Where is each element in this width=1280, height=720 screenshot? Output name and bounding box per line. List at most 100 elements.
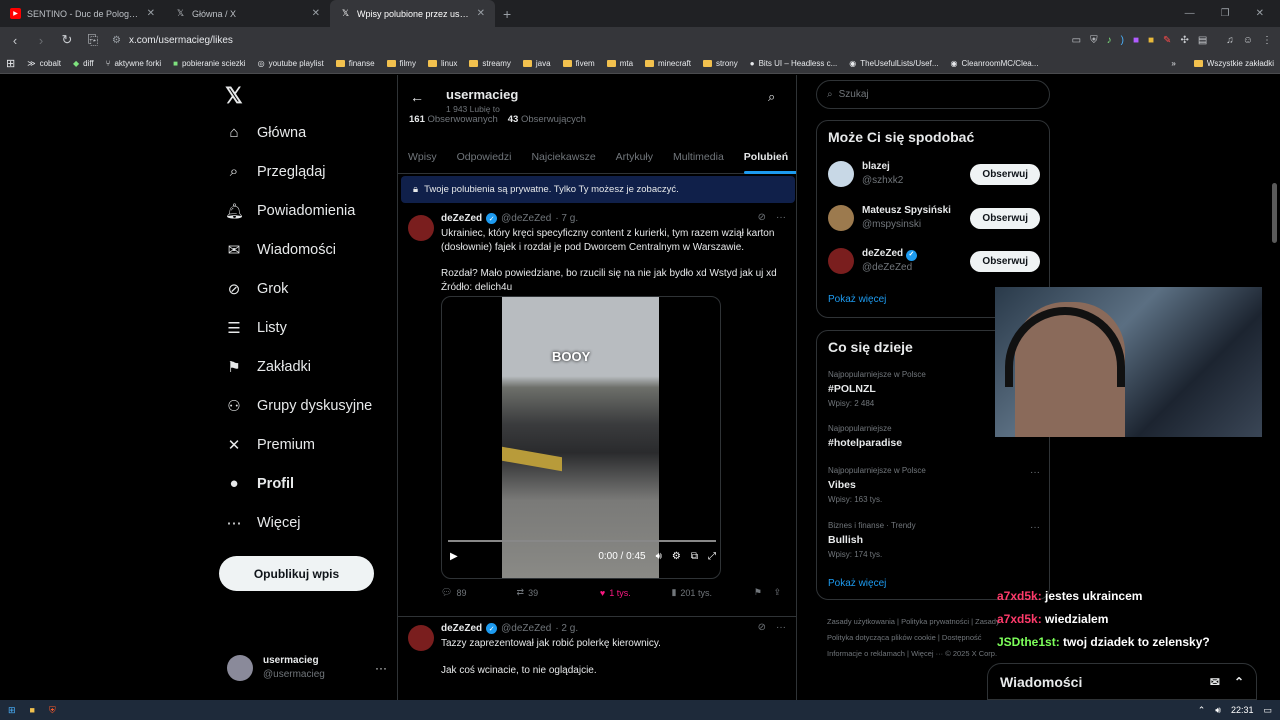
tab-likes[interactable]: Polubień bbox=[734, 141, 796, 174]
chevron-up-icon[interactable]: ⌃ bbox=[1234, 675, 1244, 689]
bookmark-item[interactable]: ● Bits UI – Headless c... bbox=[750, 59, 838, 68]
tab-articles[interactable]: Artykuły bbox=[606, 151, 663, 163]
browser-tab-likes[interactable]: 𝕏 Wpisy polubione przez usermac ✕ bbox=[330, 0, 495, 27]
suggested-user[interactable]: Mateusz Spysiński @mspysinski Obserwuj bbox=[828, 202, 1040, 234]
bookmark-folder[interactable]: streamy bbox=[469, 59, 511, 68]
nav-item-notifications[interactable]: 🔔︎ Powiadomienia bbox=[225, 202, 355, 220]
minimize-icon[interactable]: — bbox=[1185, 8, 1195, 19]
extension-sound-icon[interactable]: ) bbox=[1121, 35, 1124, 46]
extension-red-icon[interactable]: ✎ bbox=[1163, 35, 1171, 46]
pip-icon[interactable]: ⧉ bbox=[691, 551, 698, 562]
bookmark-item[interactable]: ◉ CleanroomMC/Clea... bbox=[951, 59, 1039, 68]
nav-item-bookmarks[interactable]: ⚑ Zakładki bbox=[225, 358, 311, 376]
new-tab-button[interactable]: + bbox=[495, 6, 519, 22]
more-icon[interactable]: ··· bbox=[776, 622, 786, 633]
more-icon[interactable]: ··· bbox=[1030, 466, 1040, 479]
all-bookmarks-folder[interactable]: Wszystkie zakładki bbox=[1193, 59, 1274, 68]
more-icon[interactable]: ··· bbox=[776, 212, 786, 223]
show-more-link[interactable]: Pokaż więcej bbox=[828, 578, 886, 589]
author-name[interactable]: deZeZed bbox=[441, 213, 482, 224]
more-icon[interactable]: ··· bbox=[375, 661, 387, 675]
fullscreen-icon[interactable]: ⤢ bbox=[708, 551, 716, 562]
bookmark-item[interactable]: ◆ diff bbox=[73, 59, 94, 68]
bookmark-folder[interactable]: mta bbox=[606, 59, 633, 68]
nav-item-lists[interactable]: ☰ Listy bbox=[225, 319, 287, 337]
grok-icon[interactable]: ⊘ bbox=[758, 212, 766, 223]
new-message-icon[interactable]: ✉ bbox=[1210, 675, 1220, 689]
reply-button[interactable]: 💬︎ 89 bbox=[441, 587, 517, 598]
nav-item-messages[interactable]: ✉ Wiadomości bbox=[225, 241, 336, 259]
tab-replies[interactable]: Odpowiedzi bbox=[447, 151, 522, 163]
follow-button[interactable]: Obserwuj bbox=[970, 163, 1040, 185]
bookmark-item[interactable]: ◉ TheUsefulLists/Usef... bbox=[849, 59, 938, 68]
grok-icon[interactable]: ⊘ bbox=[758, 622, 766, 633]
post-button[interactable]: Opublikuj wpis bbox=[219, 556, 374, 591]
author-handle[interactable]: @deZeZed bbox=[501, 213, 551, 224]
windows-start-icon[interactable]: ⊞ bbox=[8, 705, 16, 716]
nav-item-more[interactable]: ⋯ Więcej bbox=[225, 514, 301, 532]
messages-drawer[interactable]: Wiadomości ✉ ⌃ bbox=[987, 663, 1257, 700]
sidepanel-icon[interactable]: ▤ bbox=[1198, 35, 1207, 46]
volume-icon[interactable]: 🔊︎ bbox=[656, 551, 662, 562]
settings-icon[interactable]: ⚙ bbox=[672, 551, 681, 562]
bookmark-folder[interactable]: minecraft bbox=[645, 59, 691, 68]
page-scrollbar[interactable] bbox=[1272, 183, 1277, 243]
brave-browser-icon[interactable]: ⛨ bbox=[49, 705, 56, 716]
close-window-icon[interactable]: ✕ bbox=[1256, 8, 1264, 19]
close-tab-icon[interactable]: ✕ bbox=[312, 8, 320, 19]
close-tab-icon[interactable]: ✕ bbox=[147, 8, 155, 19]
tab-media[interactable]: Multimedia bbox=[663, 151, 734, 163]
bookmark-item[interactable]: ■ pobieranie sciezki bbox=[173, 59, 245, 68]
bookmark-page-icon[interactable]: ⎘ bbox=[86, 32, 100, 48]
back-arrow-icon[interactable]: ← bbox=[410, 89, 424, 105]
followers-link[interactable]: 43 Obserwujących bbox=[508, 114, 586, 125]
video-player[interactable]: BOOY ▶ 0:00 / 0:45 🔊︎ ⚙ ⧉ ⤢ bbox=[441, 296, 721, 579]
search-icon[interactable]: ⌕ bbox=[768, 89, 775, 105]
shield-icon[interactable]: ⛨ bbox=[1090, 35, 1098, 46]
browser-tab-youtube[interactable]: ▶ SENTINO - Duc de Pologne (prod ✕ bbox=[0, 0, 165, 27]
avatar[interactable] bbox=[408, 215, 434, 241]
clock[interactable]: 22:31 bbox=[1231, 705, 1254, 715]
author-handle[interactable]: @deZeZed bbox=[501, 623, 551, 634]
nav-item-communities[interactable]: ⚇ Grupy dyskusyjne bbox=[225, 397, 372, 415]
tweet-time[interactable]: · 7 g. bbox=[555, 213, 578, 224]
trend-item[interactable]: Najpopularniejsze w Polsce Vibes Wpisy: … bbox=[828, 464, 1040, 506]
maximize-icon[interactable]: ❐ bbox=[1221, 8, 1230, 19]
play-icon[interactable]: ▶ bbox=[450, 551, 458, 562]
cast-icon[interactable]: ▭ bbox=[1072, 35, 1081, 46]
x-logo-icon[interactable]: 𝕏 bbox=[225, 83, 243, 109]
author-name[interactable]: deZeZed bbox=[441, 623, 482, 634]
close-tab-icon[interactable]: ✕ bbox=[477, 8, 485, 19]
search-input[interactable]: ⌕ Szukaj bbox=[816, 80, 1050, 109]
browser-tab-home[interactable]: 𝕏 Główna / X ✕ bbox=[165, 0, 330, 27]
menu-icon[interactable]: ⋮ bbox=[1262, 35, 1272, 46]
bookmark-folder[interactable]: finanse bbox=[335, 59, 375, 68]
extension-badge-icon[interactable]: ■ bbox=[1133, 35, 1139, 46]
bookmark-folder[interactable]: java bbox=[522, 59, 551, 68]
tweet-time[interactable]: · 2 g. bbox=[555, 623, 578, 634]
follow-button[interactable]: Obserwuj bbox=[970, 207, 1040, 229]
puzzle-icon[interactable]: ✣ bbox=[1180, 35, 1188, 46]
bookmark-icon[interactable]: ⚑ bbox=[754, 587, 774, 598]
volume-icon[interactable]: 🔊︎ bbox=[1215, 705, 1221, 716]
profile-icon[interactable]: ☺ bbox=[1243, 35, 1253, 46]
bookmark-folder[interactable]: filmy bbox=[386, 59, 416, 68]
notification-icon[interactable]: ▭ bbox=[1263, 705, 1272, 716]
bookmark-folder[interactable]: fivem bbox=[562, 59, 595, 68]
chevron-right-icon[interactable]: » bbox=[1171, 59, 1175, 68]
like-button[interactable]: ♥ 1 tys. bbox=[600, 587, 672, 598]
trend-item[interactable]: Biznes i finanse · Trendy Bullish Wpisy:… bbox=[828, 519, 1040, 561]
follow-button[interactable]: Obserwuj bbox=[970, 250, 1040, 272]
nav-item-premium[interactable]: ✕ Premium bbox=[225, 436, 315, 454]
nav-item-grok[interactable]: ⊘ Grok bbox=[225, 280, 289, 298]
video-progress-bar[interactable] bbox=[448, 540, 716, 542]
site-info-icon[interactable]: ⚙ bbox=[112, 35, 121, 46]
bookmark-folder[interactable]: strony bbox=[702, 59, 738, 68]
suggested-user[interactable]: deZeZed ✓ @deZeZed Obserwuj bbox=[828, 245, 1040, 277]
suggested-user[interactable]: blazej @szhxk2 Obserwuj bbox=[828, 158, 1040, 190]
bookmark-item[interactable]: ◎ youtube playlist bbox=[258, 59, 324, 68]
forward-icon[interactable]: › bbox=[34, 33, 48, 48]
nav-item-profile[interactable]: ● Profil bbox=[225, 475, 294, 492]
extension-music-icon[interactable]: ♪ bbox=[1107, 35, 1112, 46]
file-explorer-icon[interactable]: ■ bbox=[30, 705, 35, 715]
